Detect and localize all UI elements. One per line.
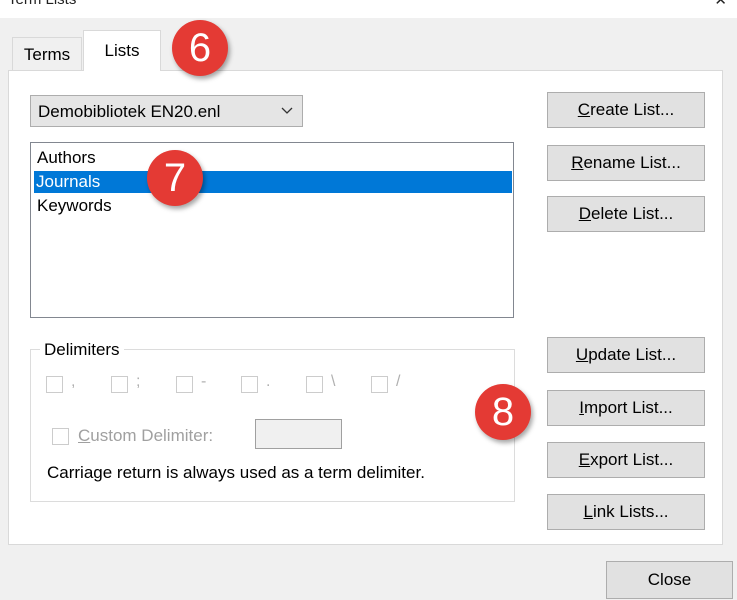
term-lists-listbox[interactable]: Authors Journals Keywords bbox=[30, 142, 514, 318]
window-title: Term Lists bbox=[8, 0, 76, 8]
title-bar: Term Lists ✕ bbox=[0, 0, 737, 18]
create-list-button[interactable]: Create List... bbox=[547, 92, 705, 128]
comma-label: , bbox=[71, 373, 76, 390]
semicolon-label: ; bbox=[136, 373, 141, 390]
list-item-keywords[interactable]: Keywords bbox=[35, 195, 112, 217]
rename-list-button[interactable]: Rename List... bbox=[547, 145, 705, 181]
delimiter-note: Carriage return is always used as a term… bbox=[47, 463, 425, 482]
period-label: . bbox=[266, 373, 271, 390]
close-button[interactable]: Close bbox=[606, 561, 733, 599]
close-icon[interactable]: ✕ bbox=[714, 0, 727, 9]
update-list-button[interactable]: Update List... bbox=[547, 337, 705, 373]
slash-checkbox[interactable] bbox=[371, 376, 388, 393]
delete-list-button[interactable]: Delete List... bbox=[547, 196, 705, 232]
annotation-badge-6: 6 bbox=[172, 20, 228, 76]
chevron-down-icon bbox=[280, 103, 294, 123]
delimiters-legend: Delimiters bbox=[40, 340, 124, 360]
semicolon-checkbox[interactable] bbox=[111, 376, 128, 393]
slash-label: / bbox=[396, 373, 401, 390]
custom-delimiter-checkbox[interactable] bbox=[52, 428, 69, 445]
backslash-checkbox[interactable] bbox=[306, 376, 323, 393]
export-list-button[interactable]: Export List... bbox=[547, 442, 705, 478]
library-select[interactable]: Demobibliotek EN20.enl bbox=[30, 95, 303, 127]
comma-checkbox[interactable] bbox=[46, 376, 63, 393]
tab-lists[interactable]: Lists bbox=[83, 30, 161, 71]
custom-delimiter-input[interactable] bbox=[255, 419, 342, 449]
import-list-button[interactable]: Import List... bbox=[547, 390, 705, 426]
annotation-badge-7: 7 bbox=[147, 150, 203, 206]
period-checkbox[interactable] bbox=[241, 376, 258, 393]
library-select-value: Demobibliotek EN20.enl bbox=[38, 102, 221, 121]
tab-terms[interactable]: Terms bbox=[12, 37, 82, 70]
link-lists-button[interactable]: Link Lists... bbox=[547, 494, 705, 530]
annotation-badge-8: 8 bbox=[475, 384, 531, 440]
custom-delimiter-label: Custom Delimiter: bbox=[78, 426, 214, 445]
hyphen-checkbox[interactable] bbox=[176, 376, 193, 393]
hyphen-label: - bbox=[201, 373, 207, 390]
list-item-journals[interactable]: Journals bbox=[34, 171, 512, 193]
backslash-label: \ bbox=[331, 373, 336, 390]
list-item-authors[interactable]: Authors bbox=[35, 147, 96, 169]
